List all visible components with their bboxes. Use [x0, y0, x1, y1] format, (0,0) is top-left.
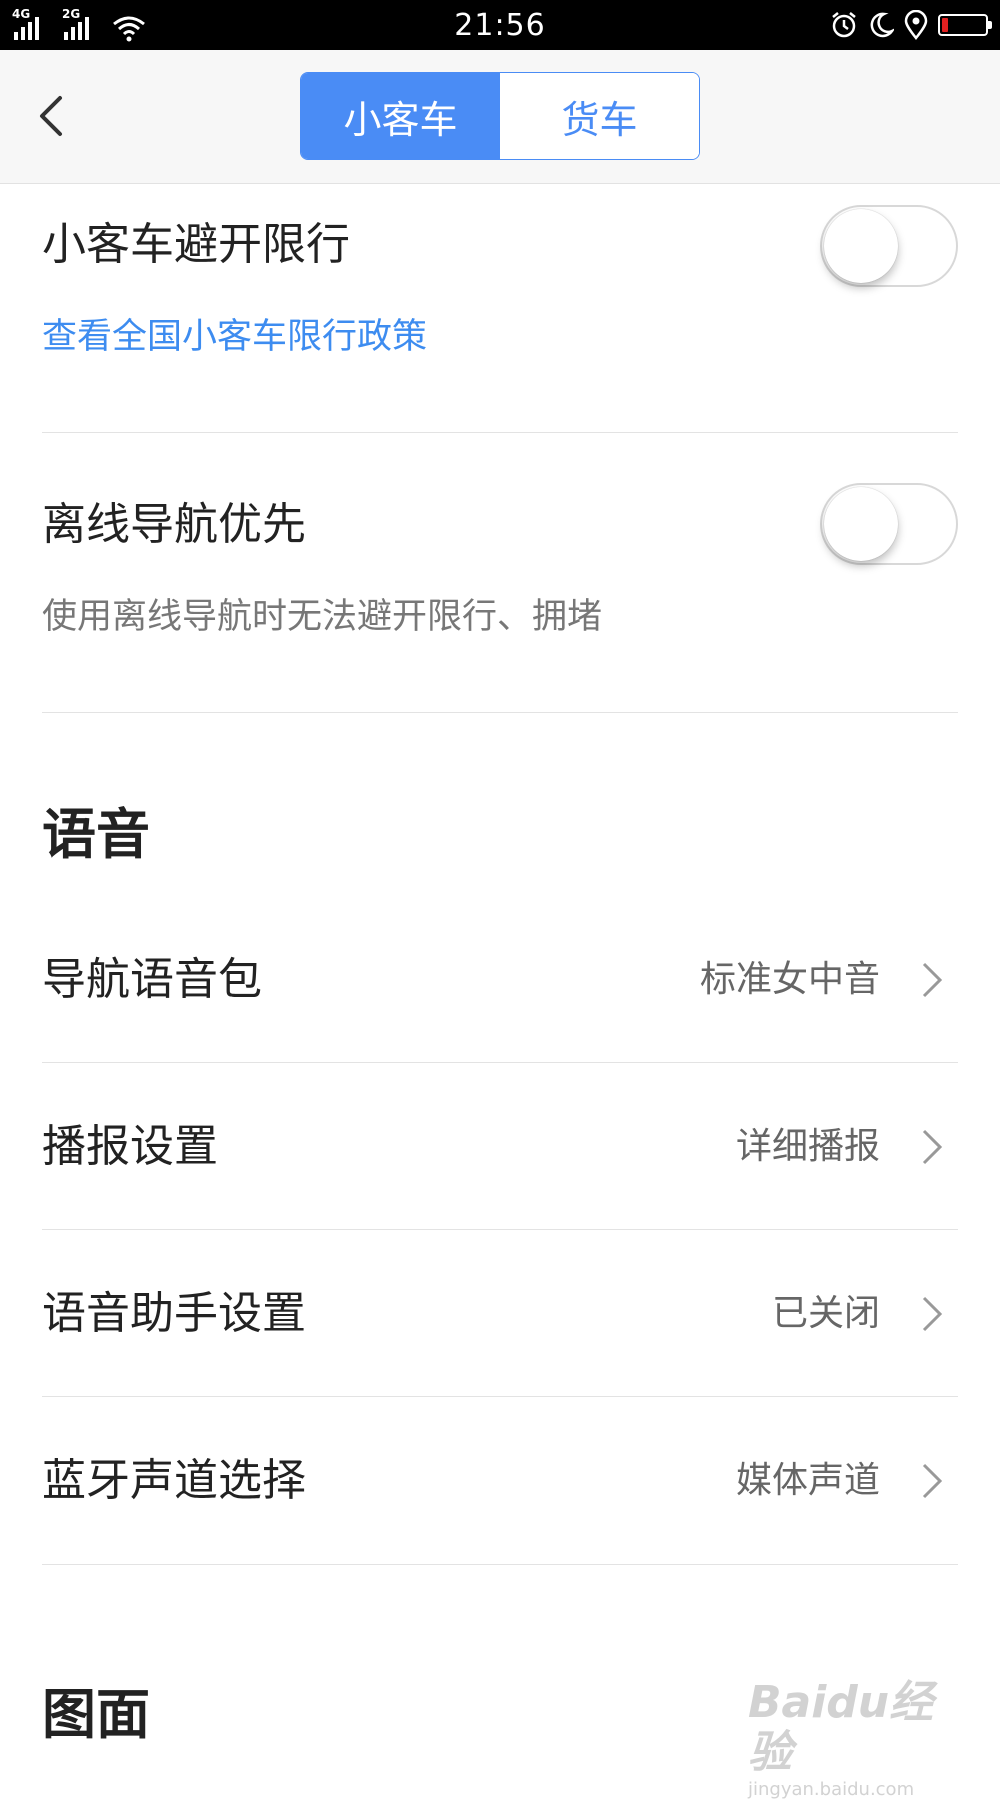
nav-item-label: 蓝牙声道选择: [42, 1455, 306, 1506]
nav-item-broadcast-settings[interactable]: 播报设置 详细播报: [42, 1087, 958, 1207]
divider: [42, 1396, 958, 1397]
nav-item-value: 详细播报: [735, 1126, 880, 1167]
divider: [42, 712, 958, 713]
restriction-toggle[interactable]: [820, 205, 958, 287]
offline-nav-toggle[interactable]: [820, 483, 958, 565]
status-bar: 4G 2G 21:56: [0, 0, 1000, 50]
chevron-right-icon: [922, 962, 943, 998]
baidu-jingyan-watermark: Baidu经验 jingyan.baidu.com: [748, 1678, 948, 1801]
divider: [42, 1229, 958, 1230]
offline-nav-description: 使用离线导航时无法避开限行、拥堵: [42, 597, 603, 637]
watermark-brand: Baidu经验: [748, 1677, 934, 1778]
nav-item-value: 媒体声道: [735, 1460, 880, 1501]
back-arrow-icon[interactable]: [28, 90, 80, 142]
nav-item-bluetooth-channel[interactable]: 蓝牙声道选择 媒体声道: [42, 1421, 958, 1541]
nav-item-label: 播报设置: [42, 1121, 218, 1172]
divider: [42, 1062, 958, 1063]
nav-item-value: 标准女中音: [699, 959, 880, 1000]
chevron-right-icon: [922, 1463, 943, 1499]
battery-icon: [938, 14, 992, 36]
alarm-icon: [832, 12, 856, 38]
vehicle-type-segmented-control: 小客车 货车: [300, 72, 700, 160]
chevron-right-icon: [922, 1296, 943, 1332]
chevron-right-icon: [922, 1129, 943, 1165]
nav-item-label: 语音助手设置: [42, 1288, 306, 1339]
nav-item-voice-assistant[interactable]: 语音助手设置 已关闭: [42, 1254, 958, 1374]
nav-item-value: 已关闭: [771, 1293, 880, 1334]
tab-car[interactable]: 小客车: [301, 73, 500, 159]
nav-item-label: 导航语音包: [42, 954, 262, 1005]
restriction-policy-link[interactable]: 查看全国小客车限行政策: [42, 310, 958, 364]
watermark-url: jingyan.baidu.com: [748, 1779, 915, 1800]
nav-item-voice-pack[interactable]: 导航语音包 标准女中音: [42, 920, 958, 1040]
header: 小客车 货车: [0, 50, 1000, 184]
divider: [42, 1564, 958, 1565]
tab-truck[interactable]: 货车: [500, 73, 699, 159]
moon-icon: [870, 12, 894, 38]
toggle-knob: [824, 487, 898, 561]
divider: [42, 432, 958, 433]
location-icon: [904, 10, 928, 40]
toggle-knob: [824, 209, 898, 283]
battery-fill: [942, 18, 948, 32]
section-title-voice: 语音: [42, 803, 150, 866]
section-title-display: 图面: [42, 1683, 150, 1746]
